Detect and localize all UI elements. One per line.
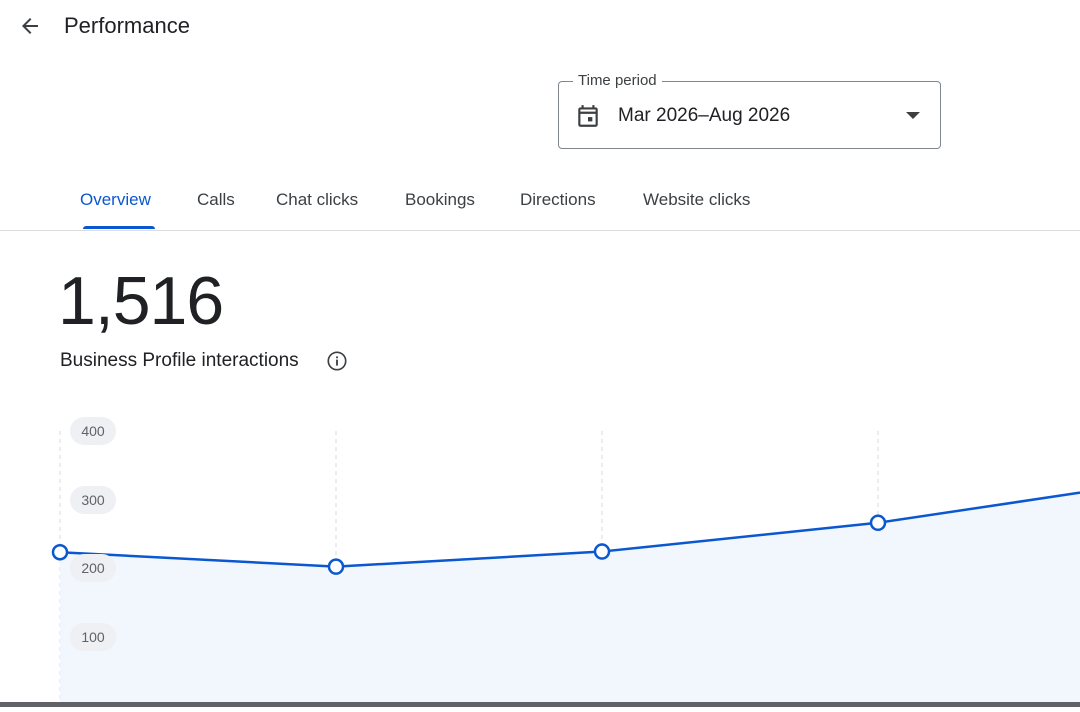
time-period-value: Mar 2026–Aug 2026	[618, 105, 791, 126]
page-title: Performance	[64, 13, 190, 38]
tab-bar: Overview Calls Chat clicks Bookings Dire…	[0, 178, 1080, 231]
caret-down-icon	[906, 112, 920, 119]
chart-svg	[51, 431, 1080, 707]
active-tab-indicator	[83, 226, 155, 229]
info-icon[interactable]	[326, 350, 348, 372]
tab-bookings[interactable]: Bookings	[405, 190, 475, 210]
tab-directions[interactable]: Directions	[520, 190, 596, 210]
tab-chat-clicks[interactable]: Chat clicks	[276, 190, 358, 210]
tab-calls[interactable]: Calls	[197, 190, 235, 210]
data-point-4[interactable]	[869, 514, 887, 532]
tab-website-clicks[interactable]: Website clicks	[643, 190, 750, 210]
data-point-1[interactable]	[51, 543, 69, 561]
back-button[interactable]	[12, 8, 48, 44]
calendar-icon	[578, 105, 598, 127]
arrow-back-icon	[22, 18, 38, 34]
y-tick-label: 300	[70, 485, 116, 514]
metric-label: Business Profile interactions	[60, 350, 299, 371]
y-tick-label: 200	[70, 554, 116, 582]
area-fill	[60, 492, 1080, 707]
data-point-2[interactable]	[327, 558, 345, 575]
bottom-edge	[0, 702, 1080, 707]
data-point-3[interactable]	[593, 543, 611, 560]
time-period-label: Time period	[573, 72, 662, 89]
tab-overview[interactable]: Overview	[80, 190, 151, 210]
interactions-chart: 400 300 200 100	[0, 400, 1080, 707]
top-bar: Performance	[0, 0, 1080, 56]
metric-value: 1,516	[58, 263, 224, 339]
y-tick-label: 100	[70, 622, 116, 651]
y-tick-label: 400	[70, 417, 116, 445]
time-period-select[interactable]: Time period Mar 2026–Aug 2026	[558, 72, 941, 149]
